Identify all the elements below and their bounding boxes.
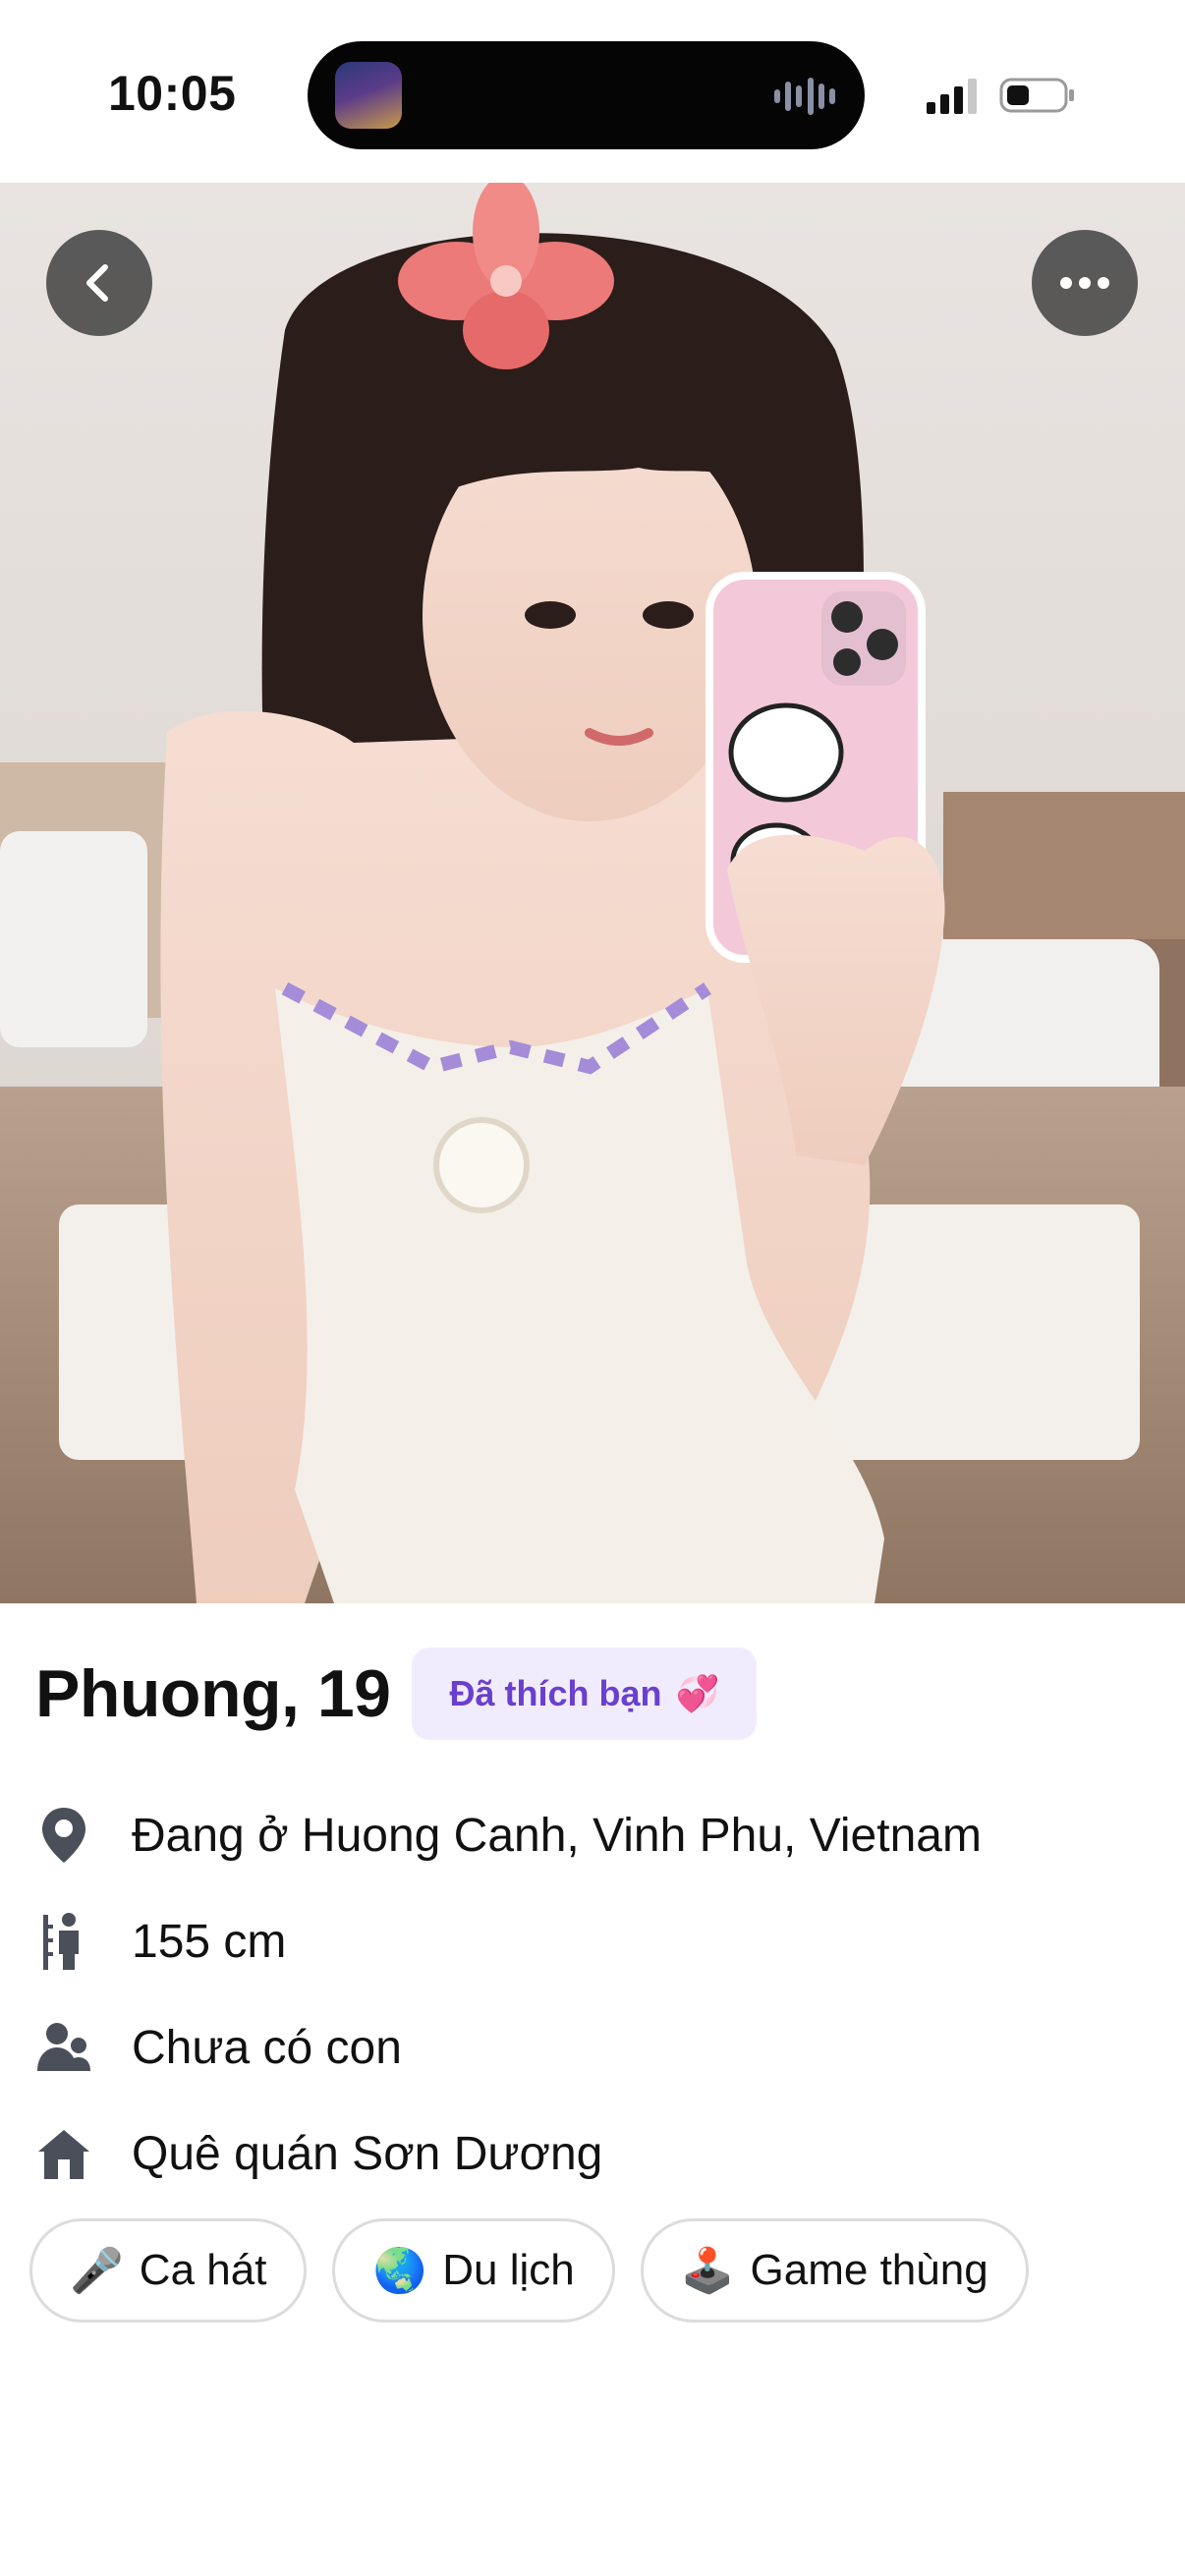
detail-height-text: 155 cm	[132, 1915, 287, 1968]
detail-children-text: Chưa có con	[132, 2021, 402, 2074]
profile-photo[interactable]	[0, 183, 1185, 1603]
more-options-button[interactable]	[1032, 230, 1138, 336]
dynamic-island[interactable]	[308, 41, 865, 149]
microphone-icon: 🎤	[70, 2247, 124, 2295]
children-icon	[35, 2016, 92, 2079]
interest-tag-gaming[interactable]: 🕹️ Game thùng	[640, 2218, 1029, 2323]
interest-tag-singing[interactable]: 🎤 Ca hát	[29, 2218, 308, 2323]
heart-emoji-icon: 💞	[675, 1673, 720, 1713]
location-pin-icon	[35, 1804, 92, 1867]
status-bar: 10:05	[0, 0, 1185, 183]
cellular-signal-icon	[927, 79, 977, 114]
status-time: 10:05	[108, 66, 237, 121]
detail-location: Đang ở Huong Canh, Vinh Phu, Vietnam	[35, 1796, 982, 1875]
interest-tag-travel[interactable]: 🌏 Du lịch	[332, 2218, 615, 2323]
detail-hometown-text: Quê quán Sơn Dương	[132, 2127, 603, 2180]
back-button[interactable]	[46, 230, 152, 336]
audio-waveform-icon	[774, 77, 835, 116]
interest-label: Game thùng	[750, 2246, 988, 2294]
liked-you-badge: Đã thích bạn 💞	[412, 1648, 758, 1740]
detail-location-text: Đang ở Huong Canh, Vinh Phu, Vietnam	[132, 1809, 982, 1862]
profile-name-age: Phuong, 19	[35, 1656, 391, 1731]
interest-label: Du lịch	[442, 2246, 575, 2294]
profile-header: Phuong, 19 Đã thích bạn 💞	[35, 1647, 758, 1741]
joystick-icon: 🕹️	[680, 2247, 735, 2295]
globe-icon: 🌏	[372, 2247, 427, 2295]
interest-label: Ca hát	[139, 2246, 267, 2294]
height-icon	[35, 1910, 92, 1973]
interest-tags: 🎤 Ca hát 🌏 Du lịch 🕹️ Game thùng	[29, 2218, 1029, 2323]
home-icon	[35, 2122, 92, 2185]
chevron-left-icon	[86, 264, 108, 302]
liked-badge-text: Đã thích bạn	[449, 1673, 662, 1713]
detail-children: Chưa có con	[35, 2008, 402, 2087]
battery-icon	[999, 78, 1074, 113]
detail-hometown: Quê quán Sơn Dương	[35, 2114, 602, 2193]
detail-height: 155 cm	[35, 1902, 286, 1981]
now-playing-artwork	[335, 62, 402, 129]
more-horizontal-icon	[1060, 277, 1109, 289]
